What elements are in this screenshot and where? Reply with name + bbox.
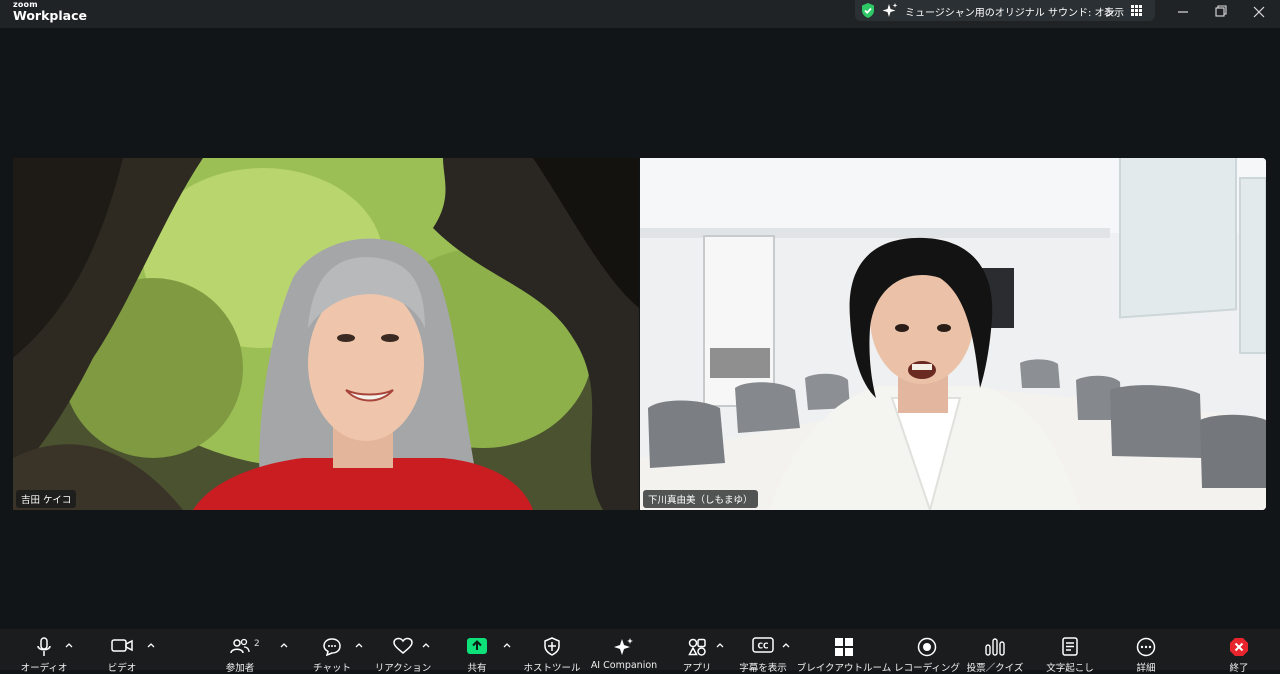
end-meeting-icon xyxy=(1230,638,1248,656)
participant-2-name: 下川真由美（しもまゆ） xyxy=(643,490,758,508)
more-label: 詳細 xyxy=(1136,663,1156,674)
chat-label: チャット xyxy=(313,663,351,674)
restore-icon[interactable] xyxy=(1210,3,1232,21)
chat-options-caret-icon[interactable] xyxy=(354,641,364,649)
minimize-icon[interactable] xyxy=(1172,3,1194,21)
reactions-options-caret-icon[interactable] xyxy=(421,641,431,649)
apps-button[interactable]: アプリ xyxy=(675,629,719,674)
video-label: ビデオ xyxy=(107,663,137,674)
ai-sparkle-icon xyxy=(614,638,633,655)
apps-label: アプリ xyxy=(682,663,712,674)
polls-label: 投票／クイズ xyxy=(966,663,1024,674)
participant-1-video xyxy=(13,158,639,510)
share-screen-icon xyxy=(467,638,487,654)
sound-notification[interactable]: ミュージシャン用のオリジナル サウンド: オン 表示 xyxy=(855,0,1155,21)
participants-icon xyxy=(230,638,250,654)
audio-button[interactable]: オーディオ xyxy=(20,629,68,674)
breakout-rooms-icon xyxy=(835,638,853,656)
participants-button[interactable]: 参加者 xyxy=(214,629,266,674)
participant-2-video xyxy=(640,158,1266,510)
svg-text:CC: CC xyxy=(757,642,769,651)
video-tile-participant-2[interactable]: 下川真由美（しもまゆ） xyxy=(640,158,1266,510)
record-icon xyxy=(917,637,937,657)
shield-icon xyxy=(544,637,560,656)
chat-icon xyxy=(323,638,341,656)
participant-1-name: 吉田 ケイコ xyxy=(16,490,77,508)
more-button[interactable]: 詳細 xyxy=(1124,629,1168,674)
breakout-rooms-label: ブレイクアウトルーム xyxy=(796,663,892,674)
participants-options-caret-icon[interactable] xyxy=(279,641,289,649)
captions-label: 字幕を表示 xyxy=(739,663,787,674)
share-button[interactable]: 共有 xyxy=(455,629,499,674)
app-logo: zoom Workplace xyxy=(13,1,87,23)
captions-options-caret-icon[interactable] xyxy=(781,641,791,649)
breakout-rooms-button[interactable]: ブレイクアウトルーム xyxy=(797,629,891,674)
more-options-icon xyxy=(1136,637,1156,657)
transcript-label: 文字起こし xyxy=(1046,663,1094,674)
title-bar: zoom Workplace ミュージシャン用のオリジナル サウンド: オン 表… xyxy=(0,0,1280,28)
recording-button[interactable]: レコーディング xyxy=(894,629,960,674)
ai-companion-label: AI Companion xyxy=(590,660,658,671)
microphone-icon xyxy=(37,637,51,656)
reactions-button[interactable]: リアクション xyxy=(372,629,434,674)
participants-count: 2 xyxy=(254,639,260,649)
heart-icon xyxy=(393,637,413,654)
close-icon[interactable] xyxy=(1248,3,1270,21)
grid-view-icon[interactable] xyxy=(1131,5,1142,16)
audio-options-caret-icon[interactable] xyxy=(64,641,74,649)
share-label: 共有 xyxy=(467,663,487,674)
video-tile-participant-1[interactable]: 吉田 ケイコ xyxy=(13,158,639,510)
poll-chart-icon xyxy=(985,638,1005,656)
video-button[interactable]: ビデオ xyxy=(98,629,146,674)
polls-button[interactable]: 投票／クイズ xyxy=(966,629,1024,674)
end-meeting-label: 終了 xyxy=(1229,663,1249,674)
end-meeting-button[interactable]: 終了 xyxy=(1218,629,1260,674)
meeting-toolbar: オーディオ ビデオ 参加者 2 チャット リアクション 共有 ホストツール AI… xyxy=(0,629,1280,674)
transcript-icon xyxy=(1062,637,1078,656)
share-options-caret-icon[interactable] xyxy=(502,641,512,649)
sparkle-icon xyxy=(882,3,898,17)
sound-status-text: ミュージシャン用のオリジナル サウンド: オン xyxy=(905,8,1115,19)
host-tools-button[interactable]: ホストツール xyxy=(522,629,582,674)
closed-captions-icon: CC xyxy=(752,637,774,653)
ai-companion-button[interactable]: AI Companion xyxy=(588,629,660,671)
shield-check-icon xyxy=(862,3,874,18)
captions-button[interactable]: CC 字幕を表示 xyxy=(736,629,790,674)
reactions-label: リアクション xyxy=(374,663,432,674)
participants-label: 参加者 xyxy=(225,663,255,674)
transcript-button[interactable]: 文字起こし xyxy=(1040,629,1100,674)
host-tools-label: ホストツール xyxy=(523,663,581,674)
apps-options-caret-icon[interactable] xyxy=(715,641,725,649)
video-options-caret-icon[interactable] xyxy=(146,641,156,649)
audio-label: オーディオ xyxy=(20,663,68,674)
apps-icon xyxy=(688,638,706,656)
recording-label: レコーディング xyxy=(894,663,960,674)
view-button[interactable]: 表示 xyxy=(1104,4,1124,19)
video-camera-icon xyxy=(111,639,133,652)
chat-button[interactable]: チャット xyxy=(308,629,356,674)
brand-name: Workplace xyxy=(13,8,87,23)
